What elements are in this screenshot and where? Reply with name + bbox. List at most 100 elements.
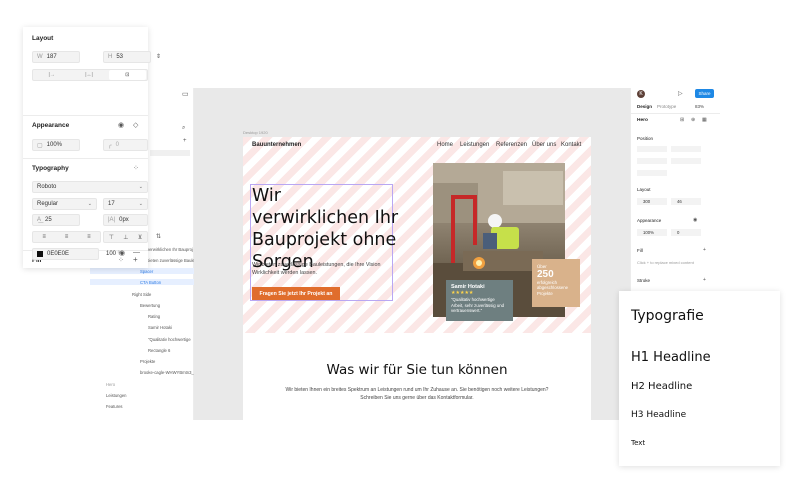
- corner-radius-value: 0: [115, 142, 119, 148]
- radius-field[interactable]: 0: [671, 229, 701, 236]
- line-height-field[interactable]: A͟ 25: [32, 214, 80, 226]
- layer-item[interactable]: Spacer: [140, 269, 153, 274]
- hug-width-icon[interactable]: |↔|: [70, 72, 107, 78]
- zoom-level[interactable]: 83%: [695, 104, 704, 109]
- remove-fill-icon[interactable]: —: [133, 249, 140, 256]
- target-icon[interactable]: ⊕: [691, 118, 695, 123]
- fill-swatch[interactable]: [37, 251, 43, 257]
- hero-title[interactable]: Wir verwirklichen Ihr Bauprojekt ohne So…: [252, 185, 402, 273]
- height-label: H: [108, 54, 113, 60]
- width-field[interactable]: W 187: [32, 51, 80, 63]
- tab-design[interactable]: Design: [637, 104, 652, 109]
- panel-toggle-icon[interactable]: ▭: [182, 91, 189, 98]
- nav-link-home[interactable]: Home: [437, 142, 453, 148]
- opacity-field[interactable]: ▢ 100%: [32, 139, 80, 151]
- hero-section[interactable]: Bauunternehmen Home Leistungen Referenze…: [243, 137, 591, 333]
- resizing-segmented-control[interactable]: |→ |↔| ⊡: [32, 69, 148, 81]
- cta-button[interactable]: Fragen Sie jetzt Ihr Projekt an: [252, 287, 340, 300]
- font-weight-select[interactable]: Regular ⌄: [32, 198, 97, 210]
- layer-item[interactable]: Leistungen: [106, 393, 127, 398]
- layer-item[interactable]: Features: [106, 404, 123, 409]
- eye-icon[interactable]: ◉: [693, 218, 697, 223]
- layer-item[interactable]: Bewertung: [140, 303, 160, 308]
- layer-item[interactable]: Hero: [106, 382, 115, 387]
- font-size-select[interactable]: 17 ⌄: [103, 198, 148, 210]
- layer-item[interactable]: CTA Button: [140, 280, 161, 285]
- text-settings-icon[interactable]: ⇅: [156, 234, 161, 240]
- component-icon[interactable]: ⊞: [680, 118, 684, 123]
- align-row[interactable]: [671, 146, 701, 152]
- services-subtitle[interactable]: Wir bieten Ihnen ein breites Spektrum an…: [283, 387, 551, 402]
- layer-item[interactable]: Right Side: [132, 292, 151, 297]
- layer-item[interactable]: Rectangle 6: [148, 348, 170, 353]
- layer-item[interactable]: brooke-cagle-WHWYBmtn3_: [140, 370, 194, 375]
- add-stroke-icon[interactable]: +: [703, 278, 706, 283]
- fill-visibility-eye-icon[interactable]: ◉: [119, 250, 125, 257]
- blend-drop-icon[interactable]: ◇: [133, 122, 138, 129]
- divider: [23, 115, 148, 116]
- font-family-select[interactable]: Roboto ⌄: [32, 181, 148, 193]
- add-page-icon[interactable]: +: [183, 138, 187, 144]
- align-center-icon[interactable]: ≡: [65, 234, 69, 240]
- rotation-field[interactable]: [637, 170, 667, 176]
- layer-item[interactable]: verwirklichen Ihr Bauproj: [147, 247, 193, 252]
- page-row[interactable]: [150, 150, 190, 156]
- fixed-width-icon[interactable]: |→: [33, 72, 70, 78]
- align-row[interactable]: [637, 146, 667, 152]
- text-align-control[interactable]: ≡ ≡ ≡: [32, 231, 101, 243]
- visibility-eye-icon[interactable]: ◉: [118, 122, 124, 129]
- appearance-title: Appearance: [637, 218, 662, 223]
- hero-subtitle[interactable]: Wir bieten zuverlässige Bauleistungen, d…: [252, 262, 402, 277]
- stat-caption: erfolgreich abgeschlossene Projekte: [537, 280, 569, 296]
- fill-color-field[interactable]: 0E0E0E: [32, 248, 99, 260]
- nav-link-kontakt[interactable]: Kontakt: [561, 142, 581, 148]
- fill-width-icon[interactable]: ⊡: [108, 70, 146, 80]
- brand-logo[interactable]: Bauunternehmen: [252, 142, 301, 148]
- constrain-proportions-icon[interactable]: ⇕: [156, 54, 161, 60]
- stat-card[interactable]: Über 250 erfolgreich abgeschlossene Proj…: [532, 259, 580, 307]
- layer-item[interactable]: Samir Hotaki: [148, 325, 172, 330]
- x-field[interactable]: [637, 158, 667, 164]
- tab-prototype[interactable]: Prototype: [657, 104, 676, 109]
- corner-radius-field[interactable]: ╭ 0: [103, 139, 148, 151]
- align-top-icon[interactable]: ⊤: [109, 234, 114, 241]
- h3-sample: H3 Headline: [631, 410, 687, 420]
- y-field[interactable]: [671, 158, 701, 164]
- letter-spacing-icon: |A|: [108, 217, 116, 223]
- layout-title: Layout: [637, 187, 651, 192]
- align-bottom-icon[interactable]: ⊻: [138, 234, 142, 241]
- fill-row: 0E0E0E 100 % ◉ —: [23, 246, 148, 268]
- play-icon[interactable]: ▷: [678, 91, 683, 97]
- typography-card: Typografie H1 Headline H2 Headline H3 He…: [619, 291, 780, 466]
- properties-panel: Layout W 187 H 53 ⇕ |→ |↔| ⊡ Appearance …: [23, 27, 161, 268]
- avatar[interactable]: K: [637, 90, 645, 98]
- height-field[interactable]: H 53: [103, 51, 151, 63]
- letter-spacing-field[interactable]: |A| 0px: [103, 214, 148, 226]
- add-fill-icon[interactable]: +: [703, 248, 706, 253]
- layer-item[interactable]: Rating: [148, 314, 160, 319]
- review-card[interactable]: Samir Hotaki ★★★★★ "Qualitativ hochwerti…: [446, 280, 513, 321]
- design-canvas[interactable]: Desktop 1920 Bauunternehmen Home Leistun…: [194, 88, 630, 420]
- frame-label: Desktop 1920: [243, 130, 268, 135]
- layer-item[interactable]: Projekte: [140, 359, 155, 364]
- layer-item[interactable]: bieten zuverlässige Bauleis: [147, 258, 198, 263]
- nav-link-ueber-uns[interactable]: Über uns: [532, 142, 556, 148]
- vertical-align-control[interactable]: ⊤ ⊥ ⊻: [103, 231, 148, 243]
- text-styles-grid-icon[interactable]: ⁘: [133, 165, 139, 172]
- opacity-field[interactable]: 100%: [637, 229, 667, 236]
- align-middle-icon[interactable]: ⊥: [123, 234, 128, 241]
- nav-link-referenzen[interactable]: Referenzen: [496, 142, 527, 148]
- align-left-icon[interactable]: ≡: [42, 234, 46, 240]
- fill-hex-value: 0E0E0E: [47, 251, 70, 257]
- layer-item[interactable]: "Qualitativ hochwertige: [148, 337, 191, 342]
- layout-height-field[interactable]: 46: [671, 198, 701, 205]
- layout-width-field[interactable]: 300: [637, 198, 667, 205]
- desktop-frame[interactable]: Bauunternehmen Home Leistungen Referenze…: [243, 137, 591, 420]
- typography-section-title: Typography: [32, 165, 69, 172]
- share-button[interactable]: Share: [695, 89, 714, 98]
- services-title[interactable]: Was wir für Sie tun können: [243, 362, 591, 378]
- align-right-icon[interactable]: ≡: [87, 234, 91, 240]
- nav-link-leistungen[interactable]: Leistungen: [460, 142, 489, 148]
- grid-icon[interactable]: ▦: [702, 118, 707, 123]
- search-icon[interactable]: ⌕: [182, 125, 185, 131]
